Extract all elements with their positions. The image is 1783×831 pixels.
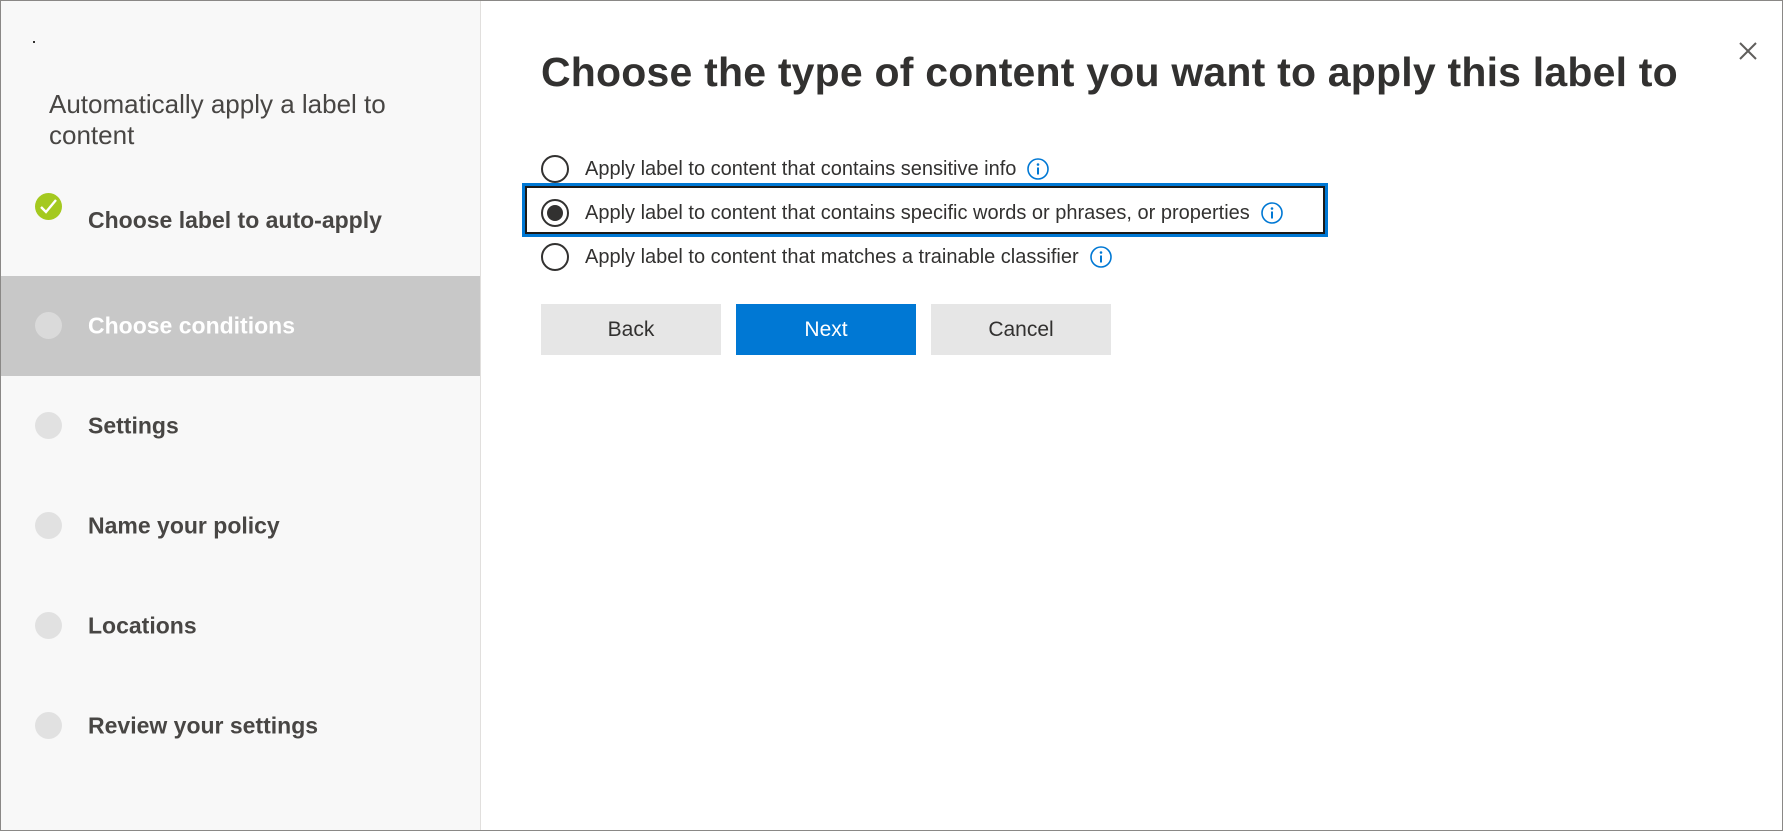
step-circle-icon — [35, 512, 62, 539]
step-circle-icon — [35, 712, 62, 739]
step-settings[interactable]: Settings — [1, 376, 480, 476]
radio-button[interactable] — [541, 155, 569, 183]
wizard-title: Automatically apply a label to content — [49, 89, 386, 150]
step-choose-conditions[interactable]: Choose conditions — [1, 276, 480, 376]
radio-button[interactable] — [541, 243, 569, 271]
wizard-steps: Choose label to auto-apply Choose condit… — [1, 193, 480, 776]
step-locations[interactable]: Locations — [1, 576, 480, 676]
step-choose-label[interactable]: Choose label to auto-apply — [1, 193, 480, 243]
wizard-buttons: Back Next Cancel — [541, 304, 1126, 355]
step-label: Review your settings — [88, 712, 319, 739]
step-circle-icon — [35, 612, 62, 639]
info-icon[interactable] — [1089, 245, 1113, 269]
decorative-dot — [33, 41, 35, 43]
option-trainable-classifier[interactable]: Apply label to content that matches a tr… — [541, 235, 1284, 279]
step-label: Settings — [88, 412, 179, 439]
option-label: Apply label to content that matches a tr… — [585, 245, 1079, 268]
option-label: Apply label to content that contains sen… — [585, 157, 1017, 180]
info-icon[interactable] — [1026, 157, 1050, 181]
option-specific-words[interactable]: Apply label to content that contains spe… — [522, 183, 1328, 237]
step-label: Name your policy — [88, 512, 280, 539]
step-label: Choose label to auto-apply — [88, 207, 382, 233]
next-button[interactable]: Next — [736, 304, 916, 355]
step-label: Locations — [88, 612, 197, 639]
cancel-button[interactable]: Cancel — [931, 304, 1111, 355]
wizard-dialog: Automatically apply a label to content C… — [0, 0, 1783, 831]
content-type-options: Apply label to content that contains sen… — [522, 147, 1328, 279]
step-circle-icon — [35, 412, 62, 439]
checkmark-icon — [35, 193, 62, 220]
radio-button[interactable] — [541, 199, 569, 227]
wizard-main: Choose the type of content you want to a… — [481, 1, 1782, 830]
option-label: Apply label to content that contains spe… — [585, 201, 1250, 224]
step-label: Choose conditions — [88, 312, 295, 339]
step-circle-icon — [35, 312, 62, 339]
step-name-policy[interactable]: Name your policy — [1, 476, 480, 576]
page-title: Choose the type of content you want to a… — [541, 49, 1678, 95]
wizard-sidebar: Automatically apply a label to content C… — [1, 1, 481, 830]
step-review-settings[interactable]: Review your settings — [1, 676, 480, 776]
info-icon[interactable] — [1260, 201, 1284, 225]
back-button[interactable]: Back — [541, 304, 721, 355]
close-icon[interactable] — [1736, 39, 1760, 63]
